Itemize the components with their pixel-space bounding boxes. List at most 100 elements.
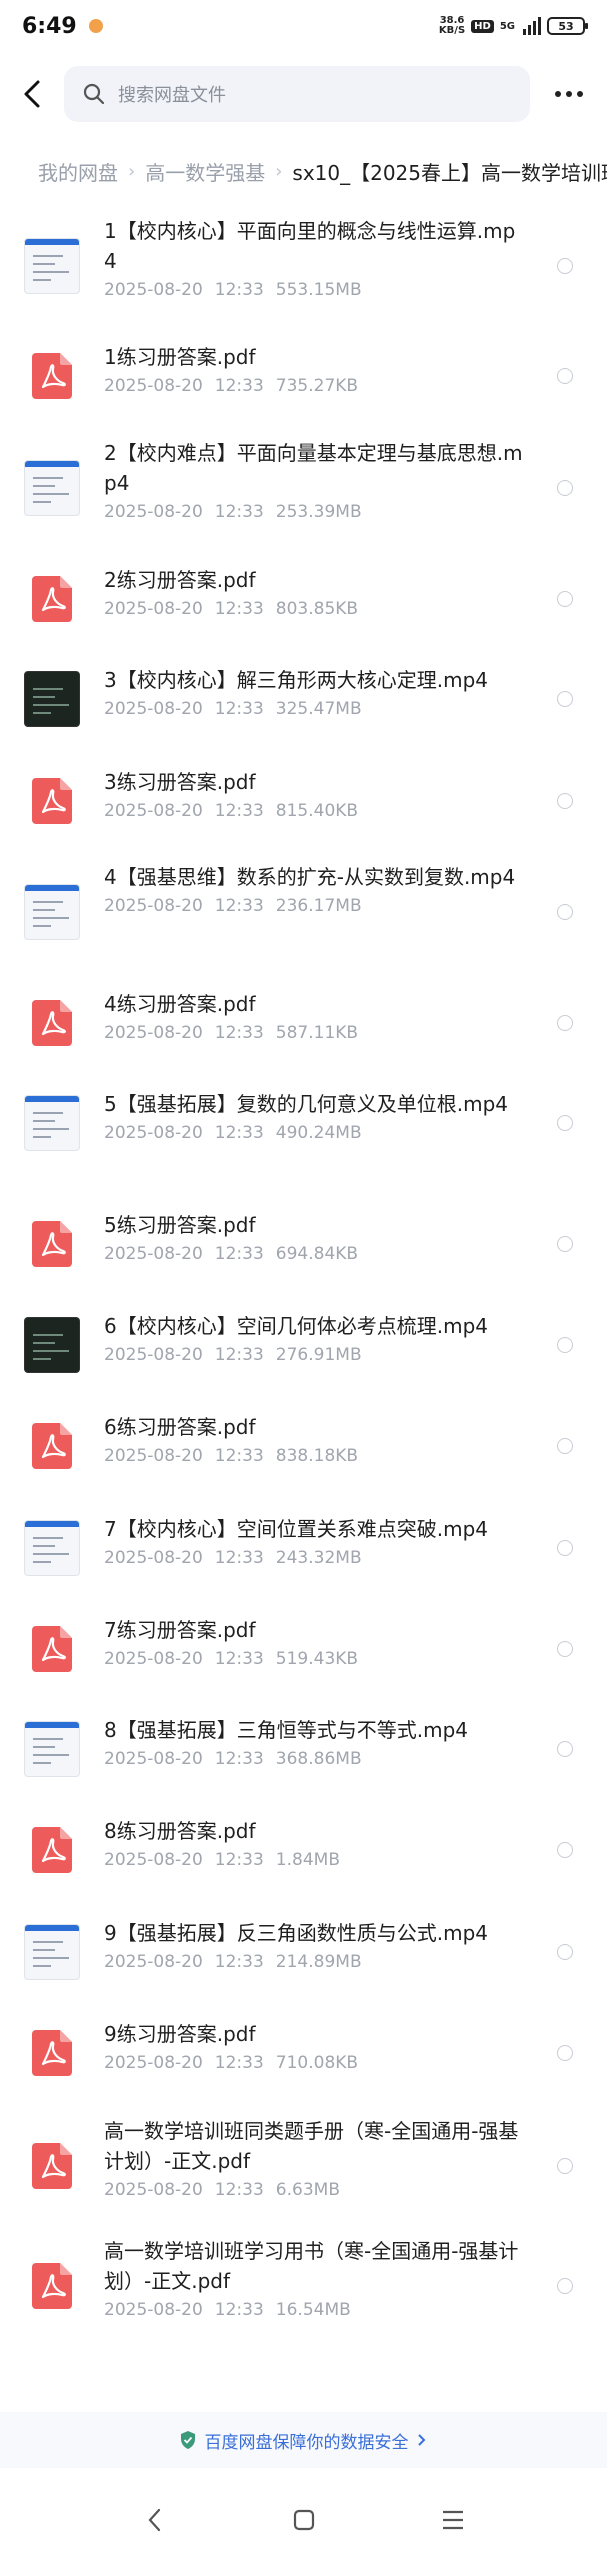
file-meta: 2025-08-20 12:33 490.24MB [104,1123,524,1143]
pdf-icon [32,2030,72,2076]
file-date: 2025-08-20 [104,1548,203,1568]
more-dot-icon [565,91,572,97]
file-row[interactable]: 高一数学培训班学习用书（寒-全国通用-强基计划）-正文.pdf 2025-08-2… [0,2226,607,2346]
breadcrumb: 我的网盘 › 高一数学强基 › sx10_【2025春上】高一数学培训班 [0,142,607,200]
more-options-button[interactable] [530,62,607,126]
file-name: 2【校内难点】平面向量基本定理与基底思想.mp4 [104,441,523,495]
breadcrumb-item-folder[interactable]: 高一数学强基 [145,157,265,186]
select-checkbox[interactable] [557,368,573,384]
select-checkbox[interactable] [557,1438,573,1454]
video-thumbnail [24,460,80,516]
search-input[interactable]: 搜索网盘文件 [64,66,530,122]
file-meta: 2025-08-20 12:33 325.47MB [104,699,524,719]
select-checkbox[interactable] [557,1337,573,1353]
select-checkbox[interactable] [557,691,573,707]
file-row[interactable]: 高一数学培训班同类题手册（寒-全国通用-强基计划）-正文.pdf 2025-08-… [0,2106,607,2226]
notification-icon [88,19,103,33]
pdf-icon [32,353,72,399]
file-time: 12:33 [214,1850,264,1870]
select-checkbox[interactable] [557,2278,573,2294]
file-size: 815.40KB [275,801,359,821]
file-info: 4【强基思维】数系的扩充-从实数到复数.mp4 2025-08-20 12:33 23… [104,862,524,916]
file-meta: 2025-08-20 12:33 694.84KB [104,1244,524,1264]
select-checkbox[interactable] [557,793,573,809]
file-row[interactable]: 4【强基思维】数系的扩充-从实数到复数.mp4 2025-08-20 12:33 23… [0,852,607,972]
file-row[interactable]: 8【强基拓展】三角恒等式与不等式.mp4 2025-08-20 12:33 368.8… [0,1699,607,1799]
file-size: 803.85KB [275,599,359,619]
nav-back-button[interactable] [125,2490,185,2550]
select-checkbox[interactable] [557,1540,573,1556]
back-button[interactable] [0,62,64,126]
file-row[interactable]: 1练习册答案.pdf 2025-08-20 12:33 735.27KB [0,326,607,426]
select-checkbox[interactable] [557,591,573,607]
safety-banner[interactable]: 百度网盘保障你的数据安全 [0,2412,607,2468]
file-row[interactable]: 2练习册答案.pdf 2025-08-20 12:33 803.85KB [0,549,607,649]
select-checkbox[interactable] [557,1015,573,1031]
file-time: 12:33 [214,1446,264,1466]
nav-menu-button[interactable] [423,2490,483,2550]
nav-menu-icon [442,2510,463,2530]
breadcrumb-item-root[interactable]: 我的网盘 [38,157,118,186]
file-row[interactable]: 3练习册答案.pdf 2025-08-20 12:33 815.40KB [0,751,607,851]
safety-text: 百度网盘保障你的数据安全 [204,2432,409,2453]
file-time: 12:33 [214,2180,264,2200]
video-thumbnail [24,238,80,294]
file-meta: 2025-08-20 12:33 587.11KB [104,1023,524,1043]
file-name: 3【校内核心】解三角形两大核心定理.mp4 [104,668,488,692]
file-time: 12:33 [214,599,264,619]
file-name: 7【校内核心】空间位置关系难点突破.mp4 [104,1517,488,1541]
file-row[interactable]: 5练习册答案.pdf 2025-08-20 12:33 694.84KB [0,1194,607,1294]
select-checkbox[interactable] [557,258,573,274]
file-size: 16.54MB [275,2300,351,2320]
file-meta: 2025-08-20 12:33 553.15MB [104,280,524,300]
file-row[interactable]: 6练习册答案.pdf 2025-08-20 12:33 838.18KB [0,1396,607,1496]
select-checkbox[interactable] [557,2158,573,2174]
network-speed: 38.6 KB/S [439,16,465,36]
file-row[interactable]: 3【校内核心】解三角形两大核心定理.mp4 2025-08-20 12:33 325.… [0,649,607,749]
file-row[interactable]: 9练习册答案.pdf 2025-08-20 12:33 710.08KB [0,2003,607,2103]
file-row[interactable]: 7练习册答案.pdf 2025-08-20 12:33 519.43KB [0,1599,607,1699]
pdf-icon [32,1000,72,1046]
select-checkbox[interactable] [557,480,573,496]
nav-home-button[interactable] [274,2490,334,2550]
select-checkbox[interactable] [557,904,573,920]
breadcrumb-separator: › [275,160,283,182]
file-row[interactable]: 6【校内核心】空间几何体必考点梳理.mp4 2025-08-20 12:33 276.… [0,1295,607,1395]
select-checkbox[interactable] [557,2045,573,2061]
file-info: 4练习册答案.pdf 2025-08-20 12:33 587.11KB [104,989,524,1043]
file-meta: 2025-08-20 12:33 214.89MB [104,1952,524,1972]
select-checkbox[interactable] [557,1842,573,1858]
file-name: 5【强基拓展】复数的几何意义及单位根.mp4 [104,1092,508,1116]
file-date: 2025-08-20 [104,1345,203,1365]
file-size: 214.89MB [275,1952,362,1972]
file-size: 838.18KB [275,1446,359,1466]
chevron-right-icon [417,2434,425,2446]
select-checkbox[interactable] [557,1236,573,1252]
signal-type: 5G [499,20,515,32]
status-indicators: 38.6 KB/S HD 5G 53 [439,16,588,36]
file-info: 9【强基拓展】反三角函数性质与公式.mp4 2025-08-20 12:33 214.… [104,1918,524,1972]
file-meta: 2025-08-20 12:33 243.32MB [104,1548,524,1568]
file-row[interactable]: 2【校内难点】平面向量基本定理与基底思想.mp4 2025-08-20 12:33 2… [0,428,607,548]
file-time: 12:33 [214,1023,264,1043]
file-row[interactable]: 8练习册答案.pdf 2025-08-20 12:33 1.84MB [0,1800,607,1900]
select-checkbox[interactable] [557,1944,573,1960]
file-meta: 2025-08-20 12:33 6.63MB [104,2180,524,2200]
more-dot-icon [554,91,561,97]
select-checkbox[interactable] [557,1741,573,1757]
file-name: 9【强基拓展】反三角函数性质与公式.mp4 [104,1921,488,1945]
search-icon [83,83,105,105]
file-row[interactable]: 4练习册答案.pdf 2025-08-20 12:33 587.11KB [0,973,607,1073]
file-row[interactable]: 7【校内核心】空间位置关系难点突破.mp4 2025-08-20 12:33 243.… [0,1498,607,1598]
file-row[interactable]: 1【校内核心】平面向里的概念与线性运算.mp4 2025-08-20 12:33 55… [0,206,607,326]
file-info: 2【校内难点】平面向量基本定理与基底思想.mp4 2025-08-20 12:33 2… [104,438,524,522]
file-row[interactable]: 5【强基拓展】复数的几何意义及单位根.mp4 2025-08-20 12:33 490… [0,1073,607,1173]
pdf-icon [32,2263,72,2309]
pdf-icon [32,1626,72,1672]
file-meta: 2025-08-20 12:33 16.54MB [104,2300,524,2320]
select-checkbox[interactable] [557,1641,573,1657]
select-checkbox[interactable] [557,1115,573,1131]
file-info: 3练习册答案.pdf 2025-08-20 12:33 815.40KB [104,767,524,821]
file-row[interactable]: 9【强基拓展】反三角函数性质与公式.mp4 2025-08-20 12:33 214.… [0,1902,607,2002]
signal-icon [523,17,541,35]
